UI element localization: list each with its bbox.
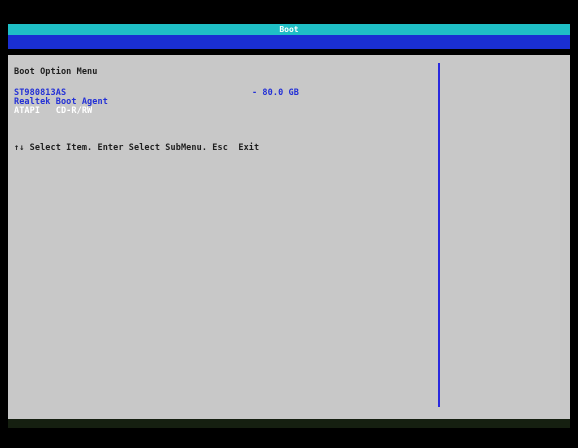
boot-menu-panel: Boot Option Menu ST980813AS - 80.0 GB Re… [8, 55, 570, 419]
page-title: Boot [279, 25, 299, 34]
boot-option-cdrom[interactable]: ATAPI CD-R/RW [14, 106, 92, 116]
panel-divider [438, 63, 440, 407]
help-text: ↑↓ Select Item. Enter Select SubMenu. Es… [14, 143, 260, 153]
header-strip [8, 35, 570, 49]
title-bar: Boot [8, 24, 570, 35]
boot-option-hdd-size: - 80.0 GB [252, 88, 299, 98]
bios-screen: Boot Boot Option Menu ST980813AS - 80.0 … [0, 0, 578, 448]
footer-bar [8, 419, 570, 428]
menu-heading: Boot Option Menu [14, 67, 98, 77]
